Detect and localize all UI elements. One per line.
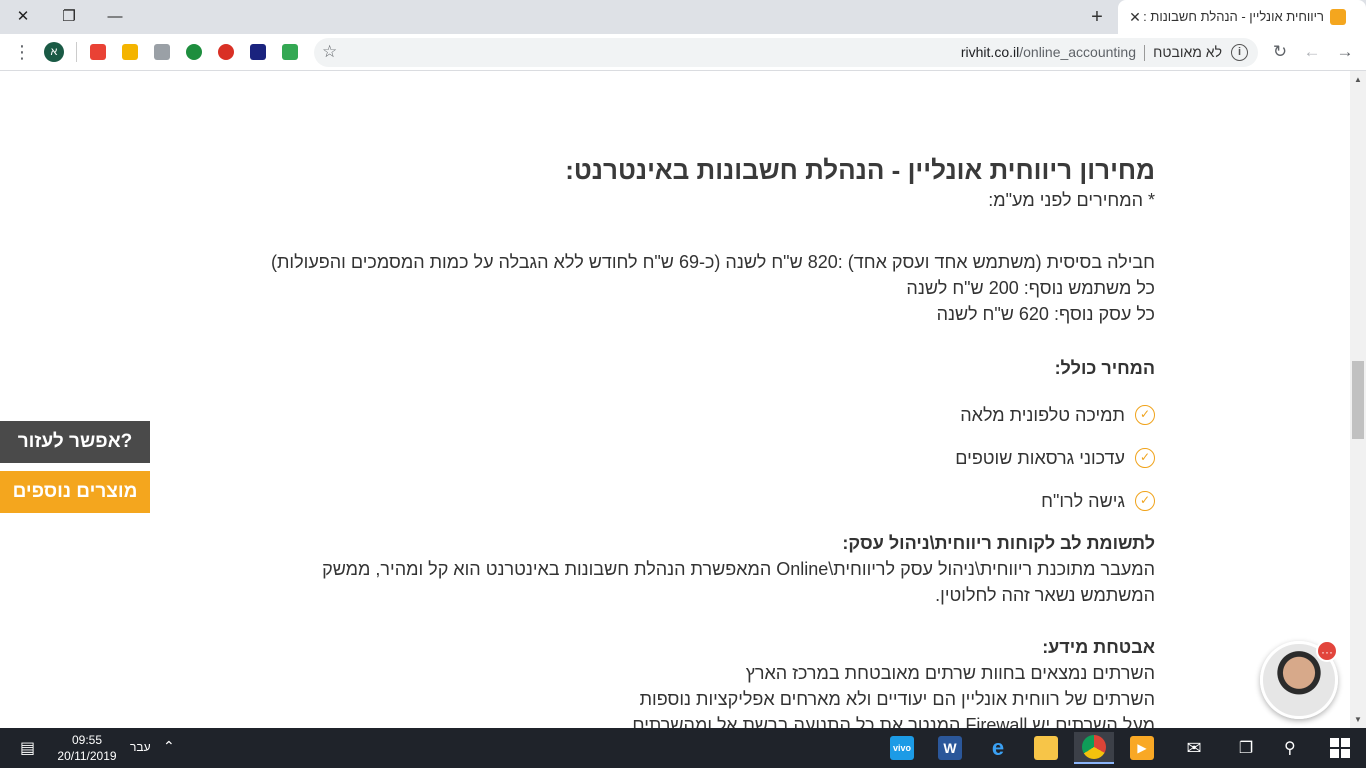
not-secure-label[interactable]: לא מאובטח — [1153, 44, 1222, 60]
red-circle-icon[interactable] — [218, 44, 234, 60]
taskbar-clock[interactable]: 09:55 20/11/2019 — [52, 732, 122, 764]
back-arrow-icon[interactable]: → — [1333, 40, 1357, 64]
cloud-icon[interactable] — [282, 44, 298, 60]
url-domain: rivhit.co.il — [960, 44, 1020, 60]
includes-section: המחיר כולל: ✓ תמיכה טלפונית מלאה ✓ עדכונ… — [255, 355, 1155, 522]
video-player-app-icon[interactable]: ▶ — [1122, 732, 1162, 764]
page-viewport: מחירון ריווחית אונליין - הנהלת חשבונות ב… — [0, 71, 1350, 728]
site-favicon-icon — [1330, 9, 1346, 25]
reload-icon[interactable]: ↻ — [1268, 40, 1292, 64]
browser-titlebar: ✕ ❐ — + ✕ ריווחית אונליין - הנהלת חשבונו… — [0, 0, 1366, 34]
list-item: ✓ עדכוני גרסאות שוטפים — [255, 436, 1155, 479]
coins-icon[interactable] — [122, 44, 138, 60]
vat-note: * המחירים לפני מע"מ: — [988, 190, 1155, 210]
includes-list: ✓ תמיכה טלפונית מלאה ✓ עדכוני גרסאות שוט… — [255, 393, 1155, 522]
security-heading: אבטחת מידע: — [1042, 637, 1155, 657]
scroll-up-arrow-icon[interactable]: ▲ — [1354, 75, 1362, 84]
scroll-down-arrow-icon[interactable]: ▼ — [1354, 715, 1362, 724]
colorful-grid-icon[interactable] — [90, 44, 106, 60]
browser-menu-icon[interactable]: ⋮ — [10, 40, 34, 64]
window-minimize-button[interactable]: — — [92, 0, 138, 32]
forward-arrow-icon[interactable]: ← — [1300, 40, 1324, 64]
attention-text: המעבר מתוכנת ריווחית\ניהול עסק לריווחית\… — [322, 559, 1155, 605]
pricing-line: חבילה בסיסית (משתמש אחד ועסק אחד) :820 ש… — [271, 252, 1155, 272]
security-section: אבטחת מידע: השרתים נמצאים בחוות שרתים מא… — [255, 634, 1155, 728]
search-icon[interactable]: ⚲ — [1284, 738, 1296, 758]
notification-center-icon[interactable]: ▤ — [20, 738, 35, 758]
main-content: מחירון ריווחית אונליין - הנהלת חשבונות ב… — [255, 153, 1155, 728]
list-item: ✓ תמיכה טלפונית מלאה — [255, 393, 1155, 436]
profile-avatar[interactable]: א — [44, 42, 64, 62]
mail-app-icon[interactable]: ✉ — [1174, 732, 1214, 764]
security-line: השרתים נמצאים בחוות שרתים מאובטחת במרכז … — [745, 663, 1155, 683]
check-circle-icon: ✓ — [1135, 490, 1155, 511]
window-close-button[interactable]: ✕ — [0, 0, 46, 32]
show-hidden-icons-icon[interactable]: ⌃ — [163, 738, 175, 755]
check-circle-icon: ✓ — [1135, 447, 1155, 468]
page-scrollbar[interactable]: ▲ ▼ — [1350, 71, 1366, 728]
pricing-line: כל משתמש נוסף: 200 ש"ח לשנה — [906, 278, 1155, 298]
clock-time: 09:55 — [71, 733, 103, 747]
address-bar[interactable]: i לא מאובטח rivhit.co.il/online_accounti… — [314, 38, 1258, 67]
browser-tab[interactable]: ✕ ריווחית אונליין - הנהלת חשבונות : — [1118, 0, 1366, 34]
check-circle-icon: ✓ — [1135, 404, 1155, 425]
a-letter-icon[interactable] — [250, 44, 266, 60]
new-tab-button[interactable]: + — [1084, 4, 1110, 30]
tab-title: ריווחית אונליין - הנהלת חשבונות : — [1143, 9, 1324, 24]
list-item-label: תמיכה טלפונית מלאה — [960, 404, 1125, 425]
clock-date: 20/11/2019 — [57, 749, 117, 763]
windows-start-icon[interactable] — [1330, 738, 1350, 758]
input-language[interactable]: עבר — [130, 740, 151, 754]
info-icon[interactable]: i — [1231, 44, 1248, 61]
task-view-icon[interactable]: ❐ — [1226, 732, 1266, 764]
pricing-line: כל עסק נוסף: 620 ש"ח לשנה — [936, 304, 1155, 324]
security-line: השרתים של רווחית אונליין הם יעודיים ולא … — [639, 689, 1155, 709]
chrome-app-icon[interactable] — [1074, 732, 1114, 764]
windows-taskbar: ▤ 09:55 20/11/2019 עבר ⌃ vivo W e ▶ ✉ ❐ … — [0, 728, 1366, 768]
chat-badge[interactable]: ··· — [1316, 640, 1338, 662]
list-item-label: עדכוני גרסאות שוטפים — [955, 447, 1125, 468]
bookmark-star-icon[interactable]: ☆ — [322, 42, 337, 62]
address-separator — [1144, 45, 1145, 61]
attention-section: לתשומת לב לקוחות ריווחית\ניהול עסק: המעב… — [255, 530, 1155, 608]
vivo-app-icon[interactable]: vivo — [882, 732, 922, 764]
pricing-list: חבילה בסיסית (משתמש אחד ועסק אחד) :820 ש… — [255, 249, 1155, 327]
more-products-button[interactable]: מוצרים נוספים — [0, 471, 150, 513]
list-item: ✓ גישה לרו"ח — [255, 479, 1155, 522]
list-item-label: גישה לרו"ח — [1041, 490, 1125, 511]
toolbar-separator — [76, 42, 77, 62]
security-line: מעל השרתים יש Firewall המנטר את כל התנוע… — [632, 715, 1155, 728]
attention-heading: לתשומת לב לקוחות ריווחית\ניהול עסק: — [842, 533, 1155, 553]
browser-toolbar: → ← ↻ i לא מאובטח rivhit.co.il/online_ac… — [0, 34, 1366, 71]
url-path: /online_accounting — [1019, 44, 1136, 60]
includes-heading: המחיר כולל: — [1054, 358, 1155, 378]
edge-app-icon[interactable]: e — [978, 732, 1018, 764]
image-icon[interactable] — [154, 44, 170, 60]
url-text[interactable]: rivhit.co.il/online_accounting — [961, 44, 1136, 60]
scroll-thumb[interactable] — [1352, 361, 1364, 439]
page-title: מחירון ריווחית אונליין - הנהלת חשבונות ב… — [565, 155, 1155, 185]
file-explorer-app-icon[interactable] — [1026, 732, 1066, 764]
word-app-icon[interactable]: W — [930, 732, 970, 764]
help-button[interactable]: אפשר לעזור? — [0, 421, 150, 463]
green-pin-icon[interactable] — [186, 44, 202, 60]
window-maximize-button[interactable]: ❐ — [46, 0, 92, 32]
